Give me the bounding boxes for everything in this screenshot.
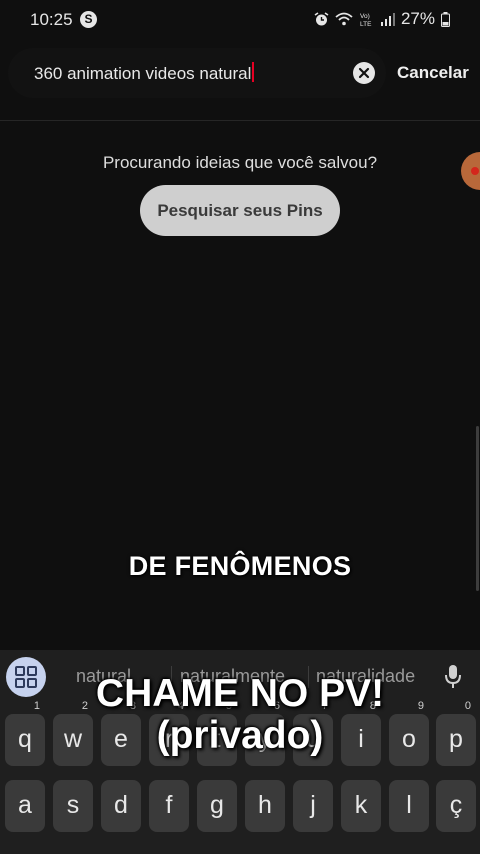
caption-line-1: CHAME NO PV!: [95, 672, 385, 715]
clear-search-button[interactable]: [353, 62, 375, 84]
alarm-icon: [314, 11, 329, 25]
search-query[interactable]: 360 animation videos natural: [34, 62, 255, 84]
key-c-cedilla[interactable]: ç: [436, 780, 476, 832]
search-input[interactable]: 360 animation videos natural: [8, 48, 386, 98]
header-divider: [0, 120, 480, 121]
cancel-button[interactable]: Cancelar: [397, 63, 469, 83]
key-f[interactable]: f: [149, 780, 189, 832]
key-s[interactable]: s: [53, 780, 93, 832]
text-caret: [252, 62, 255, 82]
status-bar: 10:25 S Vo) LTE 27%: [0, 0, 480, 38]
status-time: 10:25: [30, 10, 73, 29]
svg-text:LTE: LTE: [360, 21, 372, 27]
battery-icon: [441, 11, 450, 27]
search-your-pins-button[interactable]: Pesquisar seus Pins: [140, 185, 340, 236]
battery-level: 27%: [400, 9, 435, 28]
svg-text:Vo): Vo): [360, 13, 370, 20]
saved-ideas-prompt: Procurando ideias que você salvou?: [102, 153, 378, 172]
video-caption-overlay: CHAME NO PV! (privado): [0, 673, 480, 757]
key-g[interactable]: g: [197, 780, 237, 832]
key-k[interactable]: k: [341, 780, 381, 832]
status-icons: Vo) LTE 27%: [314, 9, 450, 29]
key-h[interactable]: h: [245, 780, 285, 832]
wifi-icon: [335, 12, 353, 26]
key-j[interactable]: j: [293, 780, 333, 832]
volte-icon: Vo)LTE: [360, 13, 372, 27]
close-icon: [358, 67, 370, 79]
key-a[interactable]: a: [5, 780, 45, 832]
video-caption-mid: DE FENÔMENOS: [128, 551, 352, 581]
key-l[interactable]: l: [389, 780, 429, 832]
key-d[interactable]: d: [101, 780, 141, 832]
caption-line-2: (privado): [156, 714, 324, 757]
signal-icon: [380, 12, 395, 26]
notification-badge-icon: S: [80, 11, 97, 28]
